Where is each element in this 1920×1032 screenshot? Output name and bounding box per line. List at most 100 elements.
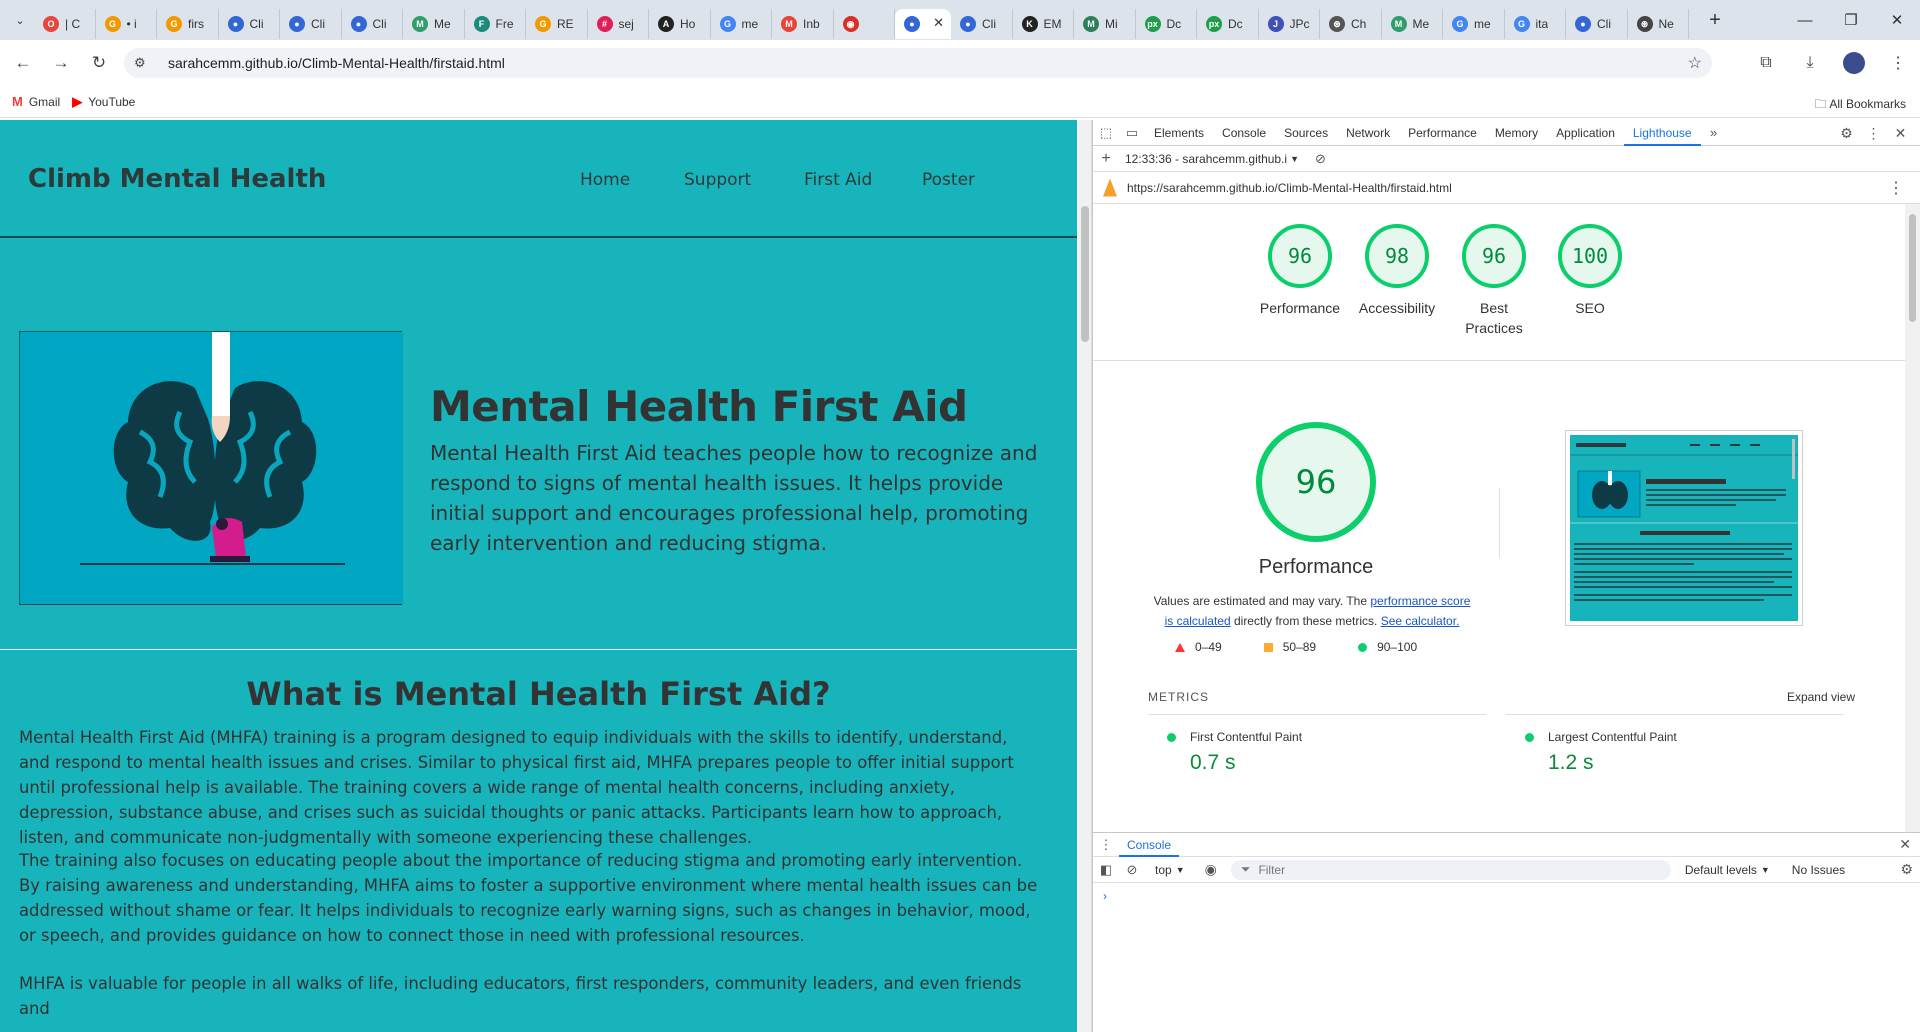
sidebar-toggle-icon[interactable]: ◧ xyxy=(1093,862,1119,878)
browser-tab[interactable]: Gita xyxy=(1505,9,1566,39)
settings-gear-icon[interactable]: ⚙ xyxy=(1833,125,1860,142)
browser-tab[interactable]: ⊛ Ne xyxy=(1628,9,1689,39)
menu-icon[interactable]: ⋮ xyxy=(1876,53,1920,73)
gauge-best-practices[interactable]: 96 Best Practices xyxy=(1449,224,1539,338)
issues-counter[interactable]: No Issues xyxy=(1792,863,1845,877)
browser-tab[interactable]: O | C xyxy=(34,9,96,39)
report-menu-icon[interactable]: ⋮ xyxy=(1888,178,1904,198)
tab-title: Cli xyxy=(372,17,387,31)
nav-first-aid[interactable]: First Aid xyxy=(804,170,872,190)
expand-view-button[interactable]: Expand view xyxy=(1787,690,1855,704)
gauge-performance[interactable]: 96 Performance xyxy=(1255,224,1345,318)
nav-home[interactable]: Home xyxy=(580,170,630,190)
tab-network[interactable]: Network xyxy=(1337,120,1399,146)
browser-tab[interactable]: ● Cli xyxy=(1566,9,1628,39)
dropdown-arrow-icon[interactable]: ▼ xyxy=(1176,865,1185,875)
device-toolbar-icon[interactable]: ▭ xyxy=(1119,125,1145,141)
downloads-icon[interactable]: ⤓ xyxy=(1788,54,1832,72)
browser-tab[interactable]: J JPc xyxy=(1259,9,1320,39)
console-prompt[interactable]: › xyxy=(1093,883,1920,903)
page-screenshot-thumbnail[interactable] xyxy=(1565,430,1803,626)
tab-search-button[interactable]: ⌄ xyxy=(6,6,34,34)
tab-sources[interactable]: Sources xyxy=(1275,120,1337,146)
back-button[interactable]: ← xyxy=(8,48,38,78)
forward-button[interactable]: → xyxy=(46,48,76,78)
clear-console-icon[interactable]: ⊘ xyxy=(1119,862,1145,878)
browser-tab[interactable]: A Ho xyxy=(649,9,711,39)
dropdown-arrow-icon[interactable]: ▼ xyxy=(1761,865,1770,875)
scrollbar-thumb[interactable] xyxy=(1909,214,1916,322)
tab-elements[interactable]: Elements xyxy=(1145,120,1213,146)
nav-poster[interactable]: Poster xyxy=(922,170,975,190)
inspect-element-icon[interactable]: ⬚ xyxy=(1093,125,1119,141)
site-info-icon[interactable]: ⚙ xyxy=(134,55,154,71)
section-divider xyxy=(0,649,1077,650)
browser-tab[interactable]: ● Cli xyxy=(342,9,403,39)
dropdown-arrow-icon[interactable]: ▼ xyxy=(1290,154,1299,164)
new-report-icon[interactable]: + xyxy=(1093,150,1119,168)
see-calculator-link[interactable]: See calculator. xyxy=(1381,614,1460,628)
drawer-tab-console[interactable]: Console xyxy=(1119,833,1180,857)
nav-support[interactable]: Support xyxy=(684,170,751,190)
report-scrollbar[interactable] xyxy=(1905,204,1920,832)
browser-tab[interactable]: px Dc xyxy=(1197,9,1259,39)
profile-avatar[interactable] xyxy=(1843,52,1865,74)
tab-console[interactable]: Console xyxy=(1213,120,1275,146)
browser-tab[interactable]: ● Cli xyxy=(280,9,342,39)
site-title[interactable]: Climb Mental Health xyxy=(28,164,326,194)
extensions-icon[interactable]: ⧉ xyxy=(1744,54,1788,72)
gauge-accessibility[interactable]: 98 Accessibility xyxy=(1352,224,1442,318)
context-select[interactable]: top xyxy=(1155,863,1172,877)
url-text[interactable]: sarahcemm.github.io/Climb-Mental-Health/… xyxy=(168,55,505,71)
devtools-menu-icon[interactable]: ⋮ xyxy=(1860,125,1887,142)
tab-memory[interactable]: Memory xyxy=(1486,120,1547,146)
bookmark-youtube[interactable]: ▶ YouTube xyxy=(72,94,135,110)
browser-tab[interactable]: G • i xyxy=(96,9,157,39)
browser-tab[interactable]: Gfirs xyxy=(157,9,219,39)
browser-tab[interactable]: ● Cli xyxy=(219,9,280,39)
browser-tab[interactable]: Gme xyxy=(711,9,772,39)
browser-tab[interactable]: ⊛ Ch xyxy=(1320,9,1382,39)
reload-button[interactable]: ↻ xyxy=(84,48,114,78)
report-url[interactable]: https://sarahcemm.github.io/Climb-Mental… xyxy=(1127,181,1452,195)
console-settings-icon[interactable]: ⚙ xyxy=(1900,861,1913,878)
tab-lighthouse[interactable]: Lighthouse xyxy=(1623,120,1701,146)
browser-tab[interactable]: G RE xyxy=(526,9,588,39)
drawer-menu-icon[interactable]: ⋮ xyxy=(1093,837,1119,853)
gauge-seo[interactable]: 100 SEO xyxy=(1545,224,1635,318)
new-tab-button[interactable]: + xyxy=(1701,9,1729,32)
browser-tab-active[interactable]: ● ✕ xyxy=(895,9,951,39)
bookmark-gmail[interactable]: M Gmail xyxy=(12,94,60,109)
minimize-button[interactable]: — xyxy=(1782,0,1828,40)
page-scrollbar[interactable] xyxy=(1078,120,1092,1032)
address-bar[interactable]: ⚙ sarahcemm.github.io/Climb-Mental-Healt… xyxy=(124,48,1712,78)
close-window-button[interactable]: ✕ xyxy=(1874,0,1920,40)
clear-icon[interactable]: ⊘ xyxy=(1315,151,1326,167)
more-tabs-icon[interactable]: » xyxy=(1701,125,1727,140)
browser-tab[interactable]: M Me xyxy=(403,9,465,39)
eye-icon[interactable]: ◉ xyxy=(1205,861,1217,878)
log-levels-select[interactable]: Default levels xyxy=(1685,863,1757,877)
report-select[interactable]: 12:33:36 - sarahcemm.github.i xyxy=(1125,152,1287,166)
close-drawer-icon[interactable]: ✕ xyxy=(1899,836,1911,853)
browser-tab[interactable]: px Dc xyxy=(1136,9,1197,39)
browser-tab[interactable]: M Inb xyxy=(772,9,834,39)
browser-tab[interactable]: K EM xyxy=(1013,9,1074,39)
browser-tab[interactable]: F Fre xyxy=(465,9,526,39)
restore-button[interactable]: ❐ xyxy=(1828,0,1874,40)
close-devtools-icon[interactable]: ✕ xyxy=(1887,125,1914,142)
browser-tab[interactable]: # sej xyxy=(588,9,649,39)
browser-tab[interactable]: ● Cli xyxy=(951,9,1013,39)
filter-input[interactable]: ⏷ Filter xyxy=(1230,859,1671,880)
bookmark-star-icon[interactable]: ☆ xyxy=(1688,53,1702,73)
browser-tab[interactable]: M Me xyxy=(1382,9,1443,39)
tab-application[interactable]: Application xyxy=(1547,120,1624,146)
tab-performance[interactable]: Performance xyxy=(1399,120,1486,146)
all-bookmarks-button[interactable]: 🗀 All Bookmarks xyxy=(1815,95,1906,116)
report-url-bar: https://sarahcemm.github.io/Climb-Mental… xyxy=(1093,172,1920,204)
browser-tab[interactable]: Gme xyxy=(1443,9,1505,39)
browser-tab[interactable]: ◉ xyxy=(834,9,895,39)
browser-tab[interactable]: M Mi xyxy=(1074,9,1136,39)
close-tab-icon[interactable]: ✕ xyxy=(933,15,944,31)
scrollbar-thumb[interactable] xyxy=(1081,206,1089,342)
